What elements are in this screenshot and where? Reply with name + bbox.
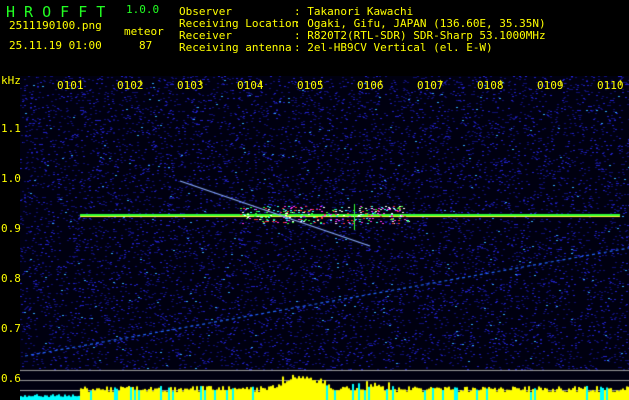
- y-tick-label: 0.8: [1, 272, 21, 285]
- x-tick-label: 0106: [357, 79, 384, 92]
- x-tick-label: 0110: [597, 79, 624, 92]
- x-tick-label: 0101: [57, 79, 84, 92]
- x-tick-label: 0105: [297, 79, 324, 92]
- y-tick-label: 0.7: [1, 322, 21, 335]
- y-tick-label: 0.9: [1, 222, 21, 235]
- file-name: 2511190100.png: [9, 19, 102, 32]
- app-title: H R O F F T: [6, 3, 106, 21]
- x-tick-label: 0107: [417, 79, 444, 92]
- spectrogram: [20, 76, 629, 400]
- y-unit-label: kHz: [1, 74, 21, 87]
- x-tick-label: 0104: [237, 79, 264, 92]
- x-tick-label: 0103: [177, 79, 204, 92]
- x-tick-label: 0108: [477, 79, 504, 92]
- y-tick-label: 0.6: [1, 372, 21, 385]
- y-tick-label: 1.1: [1, 122, 21, 135]
- x-tick-label: 0102: [117, 79, 144, 92]
- app-version: 1.0.0: [126, 3, 160, 16]
- info-value-antenna: 2el-HB9CV Vertical (el. E-W): [307, 41, 493, 54]
- y-tick-label: 1.0: [1, 172, 21, 185]
- meteor-count: 87: [139, 39, 153, 52]
- meteor-label: meteor: [124, 25, 164, 38]
- x-tick-label: 0109: [537, 79, 564, 92]
- info-key-antenna: Receiving antenna: [179, 41, 292, 54]
- file-datetime: 25.11.19 01:00: [9, 39, 102, 52]
